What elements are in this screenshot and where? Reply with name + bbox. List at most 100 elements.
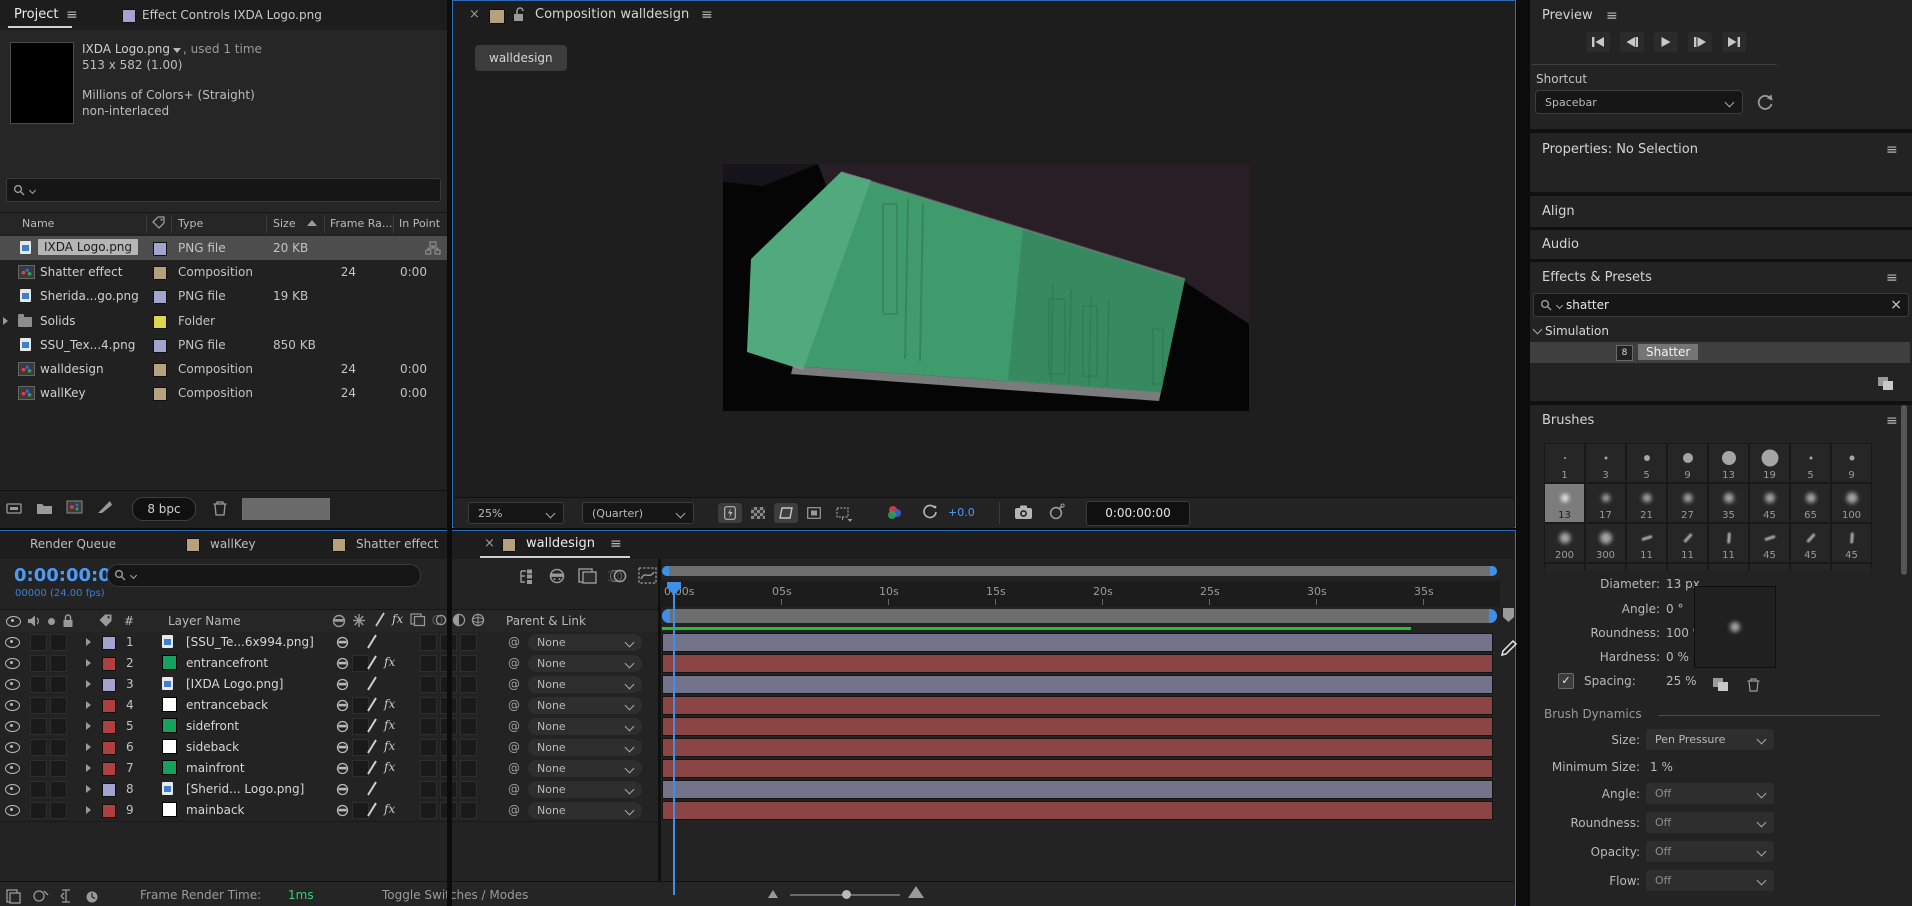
switch-box[interactable]: [460, 760, 477, 777]
brush-200-soft[interactable]: 200: [1544, 523, 1585, 563]
comp-mini-flowchart-button[interactable]: walldesign: [475, 45, 567, 71]
next-frame-button[interactable]: [1688, 32, 1712, 52]
row-name[interactable]: wallKey: [40, 386, 86, 400]
dyn-roundness-dropdown[interactable]: Off: [1646, 812, 1774, 833]
quality-toggle[interactable]: [366, 801, 378, 817]
layer-bar-3[interactable]: [662, 675, 1493, 694]
layer-name[interactable]: entranceback: [186, 698, 268, 712]
switch-box[interactable]: [460, 718, 477, 735]
project-row-shatter-effect[interactable]: Shatter effect Composition 24 0:00: [0, 260, 447, 284]
show-snapshot-icon[interactable]: [1048, 503, 1066, 521]
resolution-dropdown[interactable]: (Quarter): [582, 502, 694, 524]
twirl-icon[interactable]: [86, 743, 91, 751]
parent-dropdown[interactable]: None: [528, 802, 642, 819]
visibility-toggle[interactable]: [5, 679, 20, 690]
navigator-start-handle[interactable]: [662, 566, 669, 576]
layer-bar-2[interactable]: [662, 654, 1493, 673]
viewer-timecode-field[interactable]: 0:00:00:00: [1086, 501, 1190, 526]
brush-45-angle-1[interactable]: 45: [1749, 523, 1790, 563]
brush-1[interactable]: 1: [1544, 443, 1585, 483]
brush-11-angle-3[interactable]: 11: [1708, 523, 1749, 563]
audio-toggle[interactable]: [30, 739, 47, 756]
timeline-panel-menu-icon[interactable]: ≡: [610, 536, 623, 552]
brush-21-soft[interactable]: 21: [1626, 483, 1667, 523]
motion-blur-switch-icon[interactable]: [432, 613, 447, 627]
brushes-panel-menu-icon[interactable]: ≡: [1886, 413, 1899, 429]
viewer-tab-title[interactable]: Composition walldesign: [535, 7, 689, 22]
solo-column-icon[interactable]: [48, 618, 55, 625]
quality-toggle[interactable]: [366, 633, 378, 649]
layer-row-6[interactable]: 6 sideback fx @ None: [0, 737, 659, 759]
row-name[interactable]: Solids: [40, 314, 76, 328]
frame-blend-switch-icon[interactable]: [410, 613, 426, 627]
collapse-switch-icon[interactable]: [352, 613, 366, 628]
layer-name[interactable]: mainfront: [186, 761, 245, 775]
effects-item-shatter[interactable]: 8 Shatter: [1530, 342, 1910, 363]
audio-toggle[interactable]: [30, 634, 47, 651]
brush-35-soft[interactable]: 35: [1708, 483, 1749, 523]
parent-dropdown[interactable]: None: [528, 718, 642, 735]
viewer-panel-menu-icon[interactable]: ≡: [701, 7, 714, 23]
previous-frame-button[interactable]: [1620, 32, 1644, 52]
layer-row-3[interactable]: 3 [IXDA Logo.png] @ None: [0, 674, 659, 696]
column-in-point[interactable]: In Point: [399, 217, 440, 230]
graph-editor-icon[interactable]: [638, 567, 657, 585]
brush-65-soft[interactable]: 65: [1790, 483, 1831, 523]
twirl-icon[interactable]: [86, 806, 91, 814]
layer-row-1[interactable]: 1 [SSU_Te...6x994.png] @ None: [0, 632, 659, 654]
effects-search-input[interactable]: shatter ×: [1533, 293, 1909, 317]
lock-toggle[interactable]: [50, 634, 67, 651]
project-row-wallkey[interactable]: wallKey Composition 24 0:00: [0, 381, 447, 405]
layer-bar-1[interactable]: [662, 633, 1493, 652]
label-swatch[interactable]: [153, 315, 167, 329]
visibility-toggle[interactable]: [5, 637, 20, 648]
fast-previews-button[interactable]: [718, 503, 742, 523]
column-name[interactable]: Name: [22, 217, 54, 230]
parent-dropdown[interactable]: None: [528, 697, 642, 714]
properties-panel-menu-icon[interactable]: ≡: [1886, 142, 1899, 158]
audio-toggle[interactable]: [30, 760, 47, 777]
dyn-flow-dropdown[interactable]: Off: [1646, 870, 1774, 891]
quality-toggle[interactable]: [366, 654, 378, 670]
layer-row-7[interactable]: 7 mainfront fx @ None: [0, 758, 659, 780]
quality-switch-icon[interactable]: [374, 612, 386, 626]
parent-pickwhip-icon[interactable]: @: [508, 761, 520, 775]
layer-name[interactable]: sidefront: [186, 719, 239, 733]
dyn-angle-dropdown[interactable]: Off: [1646, 783, 1774, 804]
magnification-dropdown[interactable]: 25%: [468, 502, 564, 524]
layer-label-swatch[interactable]: [102, 762, 116, 776]
brush-13[interactable]: 13: [1708, 443, 1749, 483]
exposure-value[interactable]: +0.0: [948, 506, 975, 519]
label-swatch[interactable]: [153, 363, 167, 377]
audio-toggle[interactable]: [30, 697, 47, 714]
time-ruler[interactable]: 0:00s 05s 10s 15s 20s 25s 30s 35s: [660, 581, 1500, 607]
quality-toggle[interactable]: [366, 717, 378, 733]
switch-box[interactable]: [420, 760, 437, 777]
time-navigator-bar[interactable]: [662, 566, 1497, 576]
play-button[interactable]: [1654, 32, 1678, 52]
shy-icon[interactable]: [336, 719, 349, 734]
project-row-solids[interactable]: Solids Folder: [0, 309, 447, 333]
brush-11-angle-2[interactable]: 11: [1667, 523, 1708, 563]
column-layer-name[interactable]: Layer Name: [168, 614, 241, 628]
switch-box[interactable]: [460, 634, 477, 651]
expand-layer-switches-icon[interactable]: [6, 888, 22, 904]
channel-rgb-icon[interactable]: [886, 504, 904, 522]
adjustment-layer-switch-icon[interactable]: [452, 613, 466, 627]
angle-value[interactable]: 0 °: [1666, 602, 1683, 616]
audio-toggle[interactable]: [30, 781, 47, 798]
frame-blending-icon[interactable]: [578, 567, 598, 585]
layer-bar-5[interactable]: [662, 717, 1493, 736]
project-row-walldesign[interactable]: walldesign Composition 24 0:00: [0, 357, 447, 381]
brush-45-angle-2[interactable]: 45: [1790, 523, 1831, 563]
fx-badge[interactable]: fx: [384, 802, 395, 816]
brush-45-soft[interactable]: 45: [1749, 483, 1790, 523]
layer-bar-7[interactable]: [662, 759, 1493, 778]
comp-marker-bin-icon[interactable]: [1502, 607, 1515, 623]
playhead-line[interactable]: [673, 583, 675, 895]
column-type[interactable]: Type: [178, 217, 203, 230]
tab-render-queue[interactable]: Render Queue: [30, 537, 116, 551]
parent-pickwhip-icon[interactable]: @: [508, 719, 520, 733]
shy-switch-icon[interactable]: [332, 613, 346, 629]
dyn-opacity-dropdown[interactable]: Off: [1646, 841, 1774, 862]
